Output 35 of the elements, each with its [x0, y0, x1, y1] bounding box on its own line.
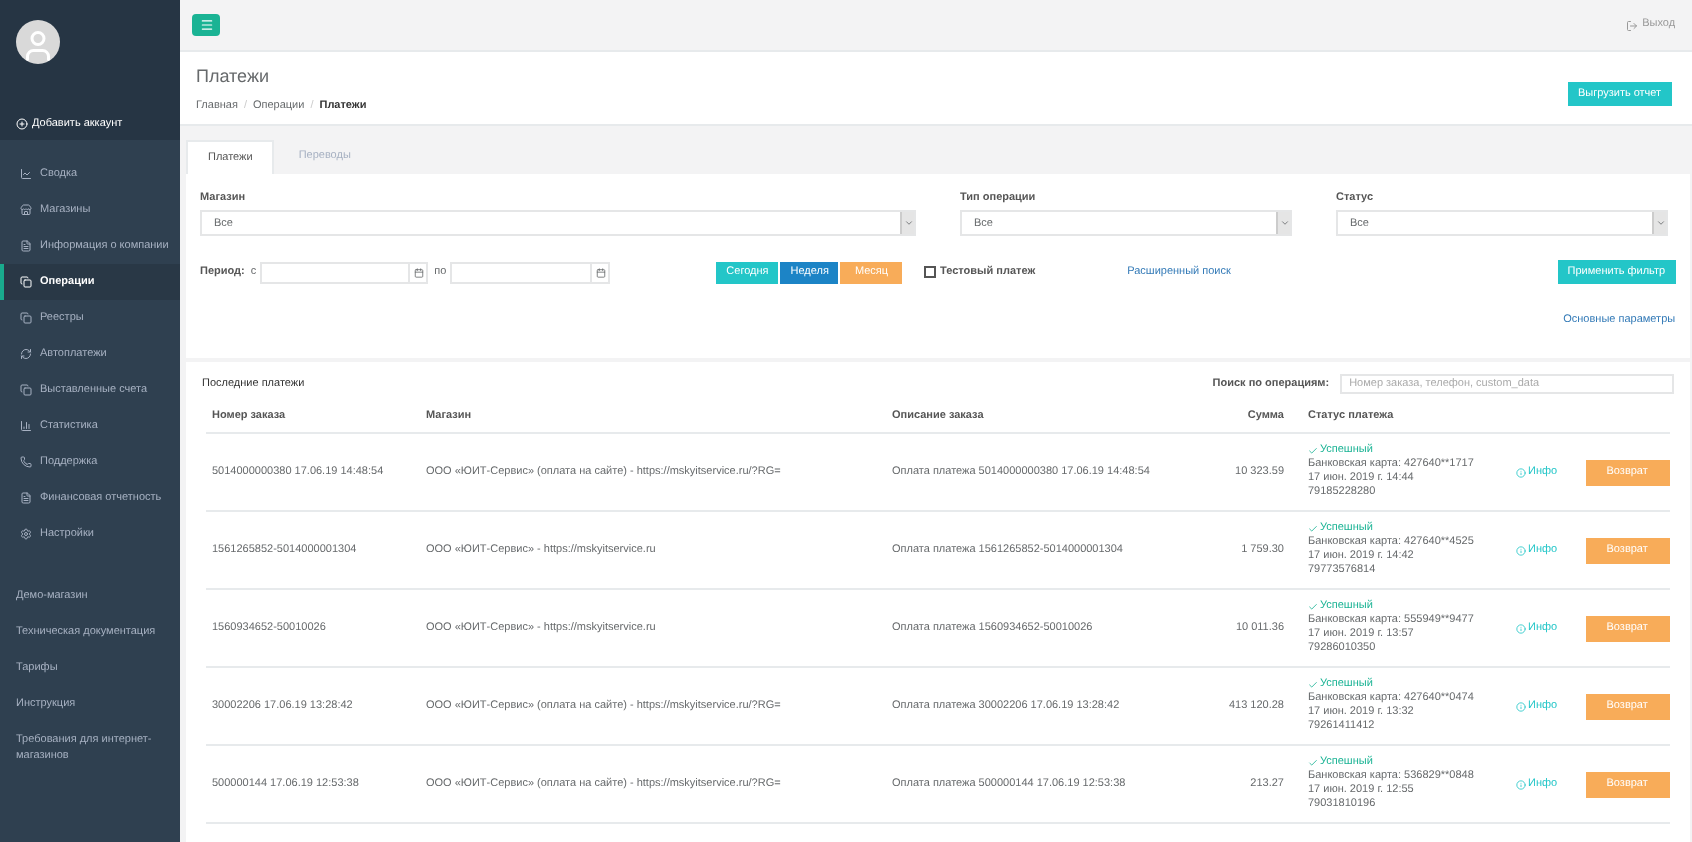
avatar-icon — [16, 20, 60, 64]
check-icon — [1308, 680, 1318, 690]
phone-icon — [20, 456, 32, 468]
calendar-icon — [408, 263, 427, 282]
check-icon — [1308, 758, 1318, 768]
date-to-field[interactable] — [450, 261, 611, 284]
check-icon — [1308, 524, 1318, 534]
calendar-icon — [590, 263, 609, 282]
logout-icon — [1626, 19, 1639, 31]
info-icon — [1516, 623, 1526, 633]
settings-icon — [20, 528, 32, 540]
dropdown-caret-icon — [900, 212, 914, 235]
info-icon — [1516, 701, 1526, 711]
page-title: Платежи — [196, 64, 272, 90]
line-chart-icon — [20, 168, 32, 180]
info-icon — [1516, 545, 1526, 555]
add-icon — [16, 118, 28, 131]
copy-icon — [20, 312, 32, 324]
document-icon — [20, 492, 32, 504]
bar-chart-icon — [20, 420, 32, 432]
date-from-field[interactable] — [260, 261, 429, 284]
copy-icon — [20, 276, 32, 288]
check-icon — [1308, 446, 1318, 456]
info-icon — [1516, 779, 1526, 789]
info-icon — [1516, 467, 1526, 477]
store-icon — [20, 204, 32, 216]
check-icon — [1308, 602, 1318, 612]
checkbox[interactable] — [924, 266, 937, 279]
dropdown-caret-icon — [1652, 212, 1666, 235]
menu-button[interactable] — [192, 14, 220, 36]
dropdown-caret-icon — [1276, 212, 1290, 235]
menu-icon — [199, 18, 213, 32]
copy-icon — [20, 384, 32, 396]
document-icon — [20, 240, 32, 252]
refresh-icon — [20, 348, 32, 360]
